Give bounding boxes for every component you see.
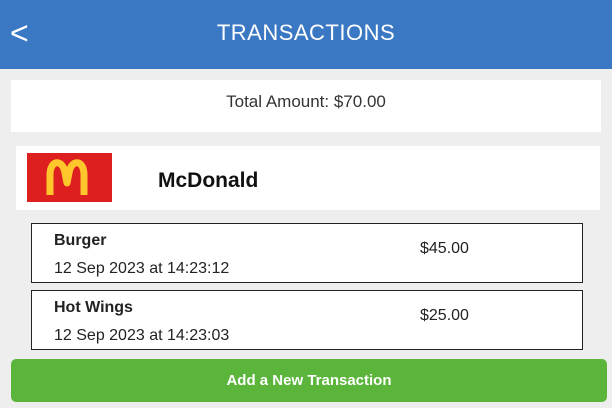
merchant-card: McDonald xyxy=(16,146,600,210)
transaction-amount: $25.00 xyxy=(420,307,469,324)
transaction-date: 12 Sep 2023 at 14:23:12 xyxy=(54,260,230,277)
transaction-name: Burger xyxy=(54,232,107,249)
transaction-name: Hot Wings xyxy=(54,299,133,316)
total-amount-card: Total Amount: $70.00 xyxy=(11,80,601,132)
golden-arches-icon xyxy=(46,159,88,195)
page-title: TRANSACTIONS xyxy=(216,20,396,45)
app-header: < TRANSACTIONS xyxy=(0,0,612,69)
add-transaction-button[interactable]: Add a New Transaction xyxy=(11,359,607,402)
total-amount-label: Total Amount: $70.00 xyxy=(226,92,386,111)
transaction-amount: $45.00 xyxy=(420,240,469,257)
merchant-name: McDonald xyxy=(158,169,259,192)
transaction-item[interactable]: Burger 12 Sep 2023 at 14:23:12 $45.00 xyxy=(31,223,583,283)
transaction-date: 12 Sep 2023 at 14:23:03 xyxy=(54,327,230,344)
mcdonalds-logo xyxy=(27,153,112,202)
transaction-item[interactable]: Hot Wings 12 Sep 2023 at 14:23:03 $25.00 xyxy=(31,290,583,350)
